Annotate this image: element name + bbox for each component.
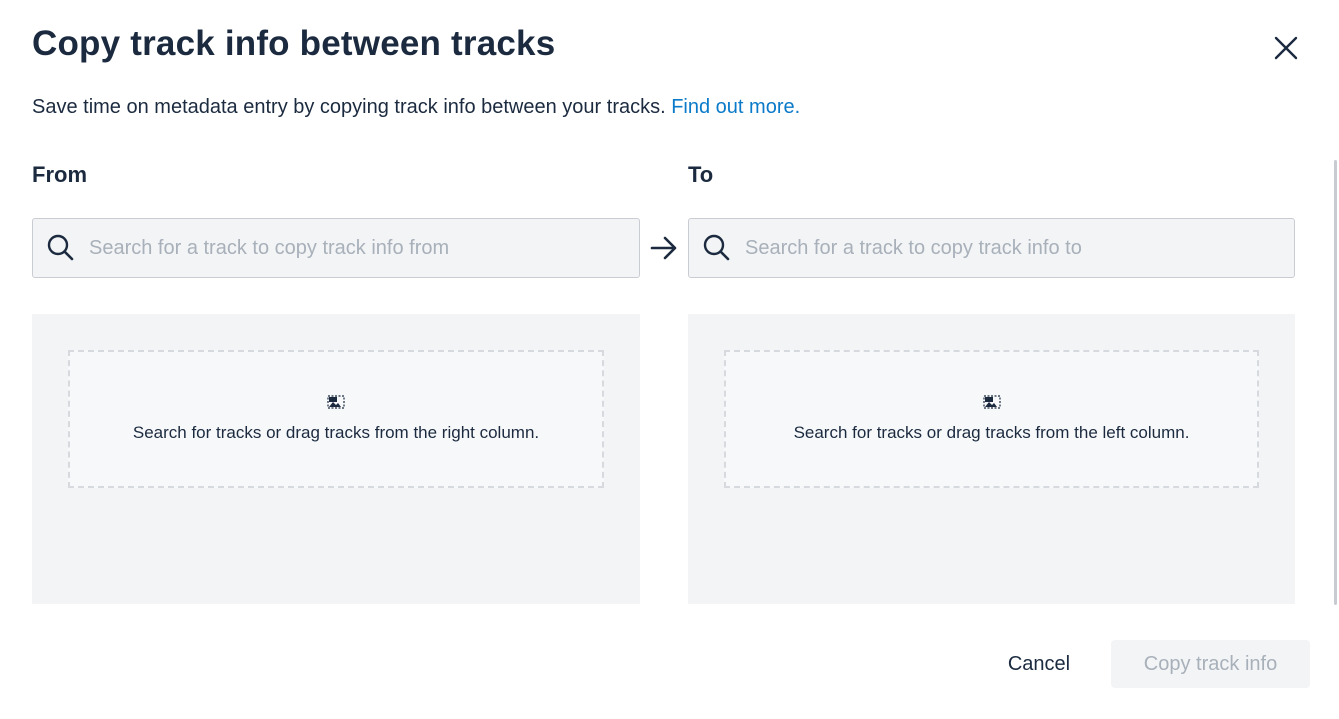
copy-track-info-button[interactable]: Copy track info — [1111, 640, 1310, 688]
to-dropzone[interactable]: Search for tracks or drag tracks from th… — [724, 350, 1259, 488]
close-button[interactable] — [1270, 32, 1302, 64]
to-track-list[interactable]: Search for tracks or drag tracks from th… — [688, 314, 1295, 604]
from-column-label: From — [32, 162, 87, 187]
close-icon — [1274, 36, 1298, 60]
image-icon — [327, 395, 345, 409]
find-out-more-link[interactable]: Find out more. — [671, 96, 800, 118]
from-track-list[interactable]: Search for tracks or drag tracks from th… — [32, 314, 640, 604]
from-empty-message: Search for tracks or drag tracks from th… — [132, 423, 540, 442]
to-search-input[interactable] — [745, 219, 1294, 277]
search-icon — [33, 218, 89, 278]
search-icon — [689, 218, 745, 278]
subtitle-text: Save time on metadata entry by copying t… — [32, 96, 666, 118]
from-search-box — [32, 218, 640, 278]
image-icon — [982, 395, 1001, 409]
from-search-input[interactable] — [89, 219, 639, 277]
scrollbar[interactable] — [1334, 160, 1337, 605]
to-empty-message: Search for tracks or drag tracks from th… — [793, 423, 1190, 442]
from-dropzone[interactable]: Search for tracks or drag tracks from th… — [68, 350, 604, 488]
to-column-label: To — [688, 162, 714, 187]
dialog-title: Copy track info between tracks — [32, 24, 556, 63]
copy-track-info-dialog: Copy track info between tracks Save time… — [0, 0, 1339, 719]
arrow-right-icon — [649, 234, 679, 262]
dialog-subtitle: Save time on metadata entry by copying t… — [32, 96, 800, 119]
cancel-button[interactable]: Cancel — [990, 640, 1088, 688]
to-search-box — [688, 218, 1295, 278]
